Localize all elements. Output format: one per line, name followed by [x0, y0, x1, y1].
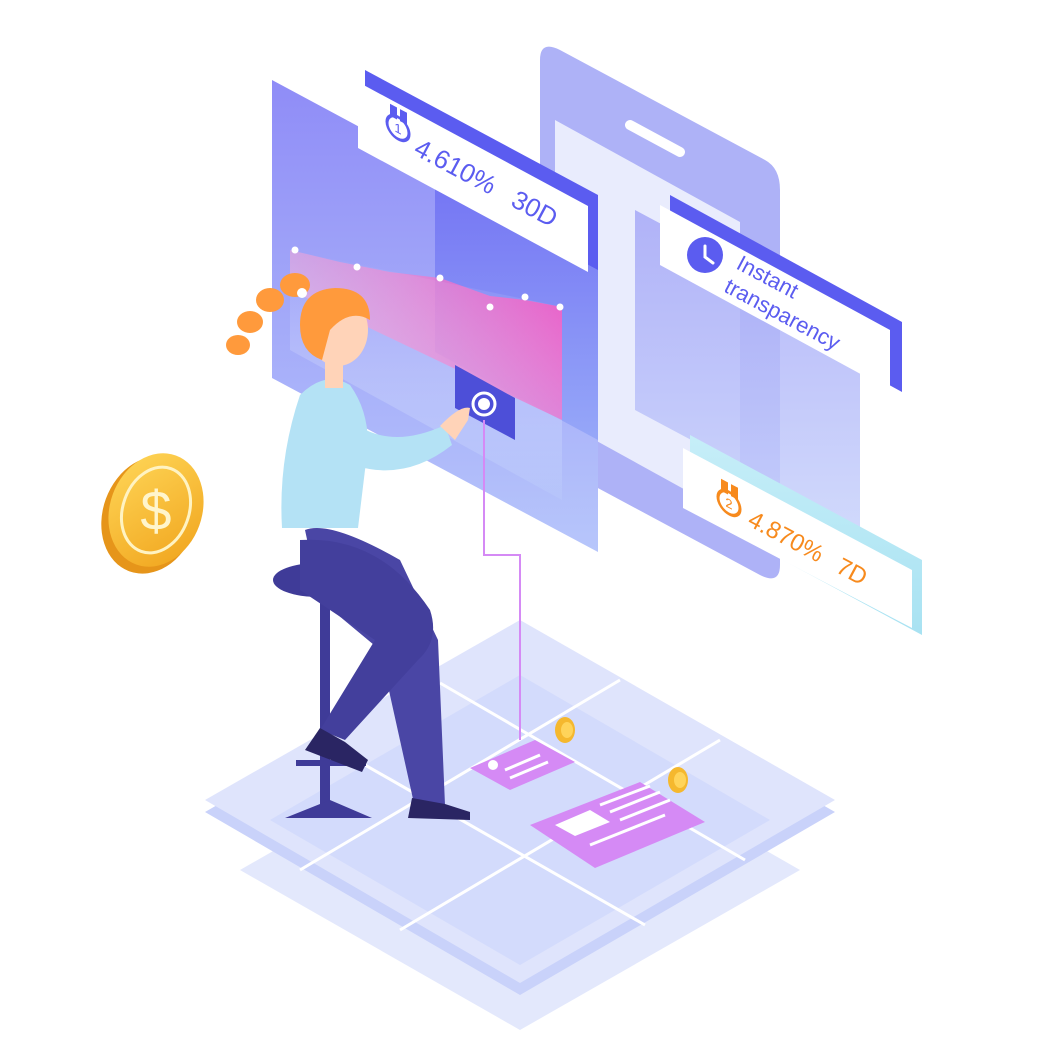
clock-icon [687, 237, 723, 273]
dollar-coin-icon: $ [101, 453, 204, 574]
coin-symbol: $ [140, 479, 171, 542]
illustration-scene: 1 4.610% 30D Instant transparency 2 4.87… [101, 46, 922, 1030]
